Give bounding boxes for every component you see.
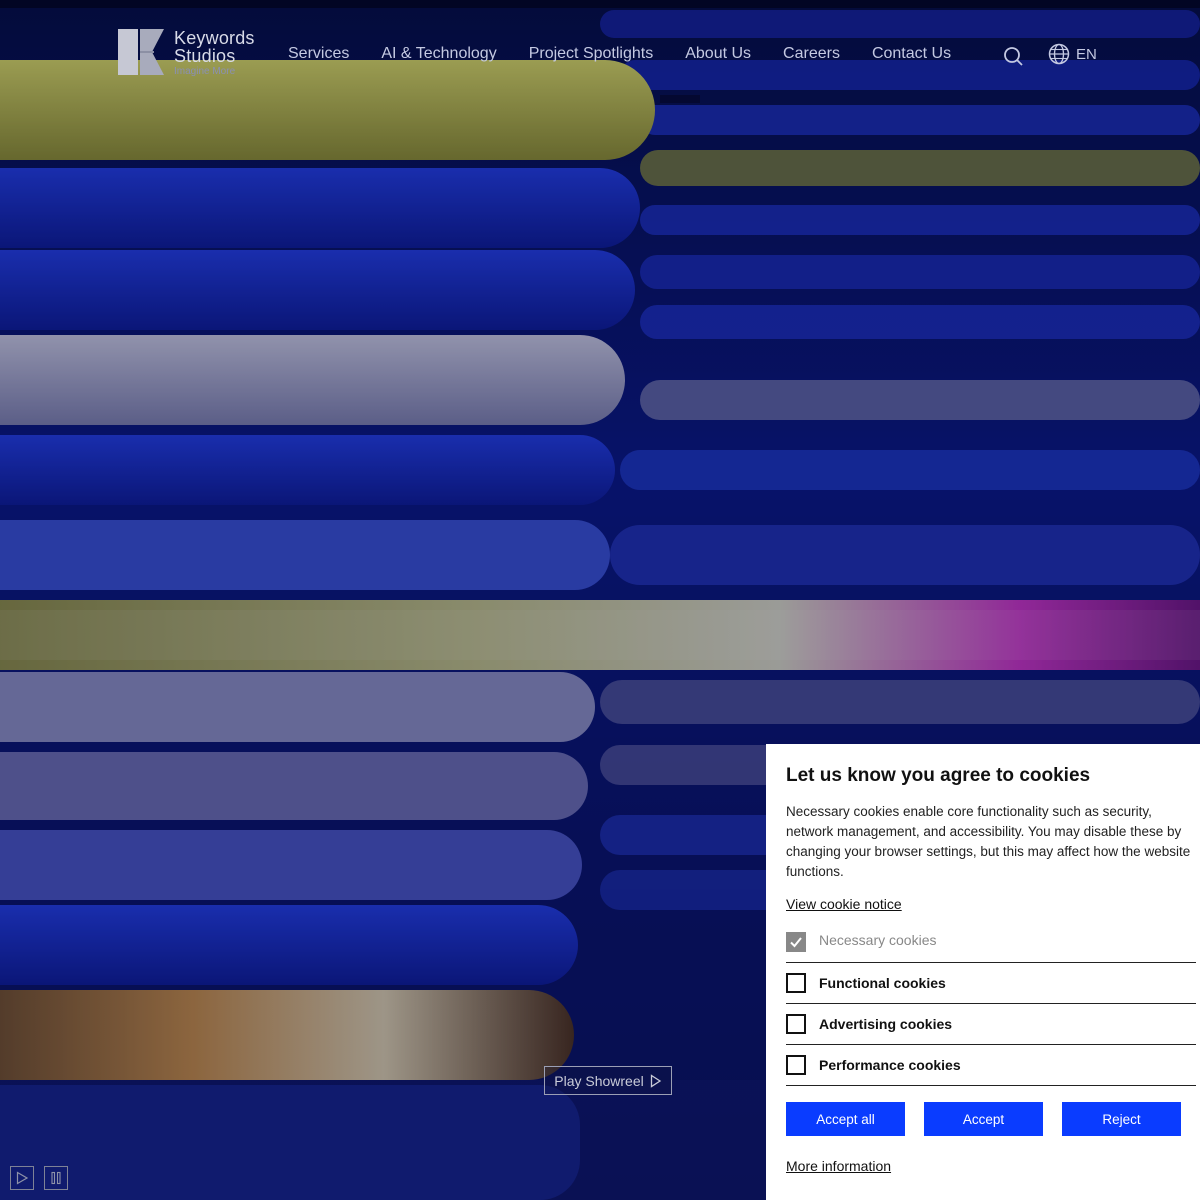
search-button[interactable] <box>1002 45 1024 67</box>
functional-cookies-label[interactable]: Functional cookies <box>819 975 946 991</box>
logo-link[interactable]: Keywords Studios Imagine More <box>118 29 258 79</box>
play-showreel-button[interactable]: Play Showreel <box>544 1066 672 1095</box>
accept-button[interactable]: Accept <box>924 1102 1043 1136</box>
pause-icon <box>51 1171 61 1185</box>
necessary-checkbox <box>786 932 806 952</box>
nav-careers[interactable]: Careers <box>767 42 856 66</box>
performance-cookies-label[interactable]: Performance cookies <box>819 1057 961 1073</box>
cookie-consent-panel: Let us know you agree to cookies Necessa… <box>766 744 1200 1200</box>
advertising-cookies-label[interactable]: Advertising cookies <box>819 1016 952 1032</box>
more-information-link[interactable]: More information <box>786 1158 891 1174</box>
brand-name-line1: Keywords <box>174 28 255 48</box>
nav-about-us[interactable]: About Us <box>669 42 767 66</box>
main-nav: Services AI & Technology Project Spotlig… <box>272 42 967 66</box>
cookie-option-performance[interactable]: Performance cookies <box>786 1045 1196 1086</box>
nav-contact-us[interactable]: Contact Us <box>856 42 967 66</box>
brand-name-line2: Studios <box>174 46 236 66</box>
reject-button[interactable]: Reject <box>1062 1102 1181 1136</box>
keywords-logo-icon <box>118 29 164 75</box>
site-header: Keywords Studios Imagine More Services A… <box>0 0 1200 110</box>
play-showreel-label: Play Showreel <box>554 1072 644 1089</box>
accept-all-button[interactable]: Accept all <box>786 1102 905 1136</box>
language-label: EN <box>1076 45 1097 63</box>
cookie-description: Necessary cookies enable core functional… <box>786 804 1191 879</box>
cookie-button-row: Accept all Accept Reject <box>786 1102 1196 1136</box>
video-pause-button[interactable] <box>44 1166 68 1190</box>
nav-services[interactable]: Services <box>272 42 365 66</box>
cookie-option-advertising[interactable]: Advertising cookies <box>786 1004 1196 1045</box>
functional-checkbox[interactable] <box>786 973 806 993</box>
globe-icon <box>1048 43 1070 65</box>
video-play-button[interactable] <box>10 1166 34 1190</box>
play-icon <box>16 1171 29 1185</box>
cookie-options: Necessary cookies Functional cookies Adv… <box>786 932 1196 1086</box>
language-selector[interactable]: EN <box>1048 42 1097 66</box>
play-triangle-icon <box>650 1073 661 1088</box>
checkmark-icon <box>790 937 802 948</box>
cookie-option-necessary: Necessary cookies <box>786 932 1196 963</box>
advertising-checkbox[interactable] <box>786 1014 806 1034</box>
cookie-option-functional[interactable]: Functional cookies <box>786 963 1196 1004</box>
nav-project-spotlights[interactable]: Project Spotlights <box>513 42 670 66</box>
necessary-cookies-label: Necessary cookies <box>819 932 937 948</box>
cookie-title: Let us know you agree to cookies <box>786 765 1091 786</box>
performance-checkbox[interactable] <box>786 1055 806 1075</box>
brand-tagline: Imagine More <box>174 66 236 77</box>
view-cookie-notice-link[interactable]: View cookie notice <box>786 896 902 912</box>
nav-ai-technology[interactable]: AI & Technology <box>365 42 512 66</box>
search-icon <box>1004 47 1023 66</box>
brand-name: Keywords Studios <box>174 29 255 65</box>
